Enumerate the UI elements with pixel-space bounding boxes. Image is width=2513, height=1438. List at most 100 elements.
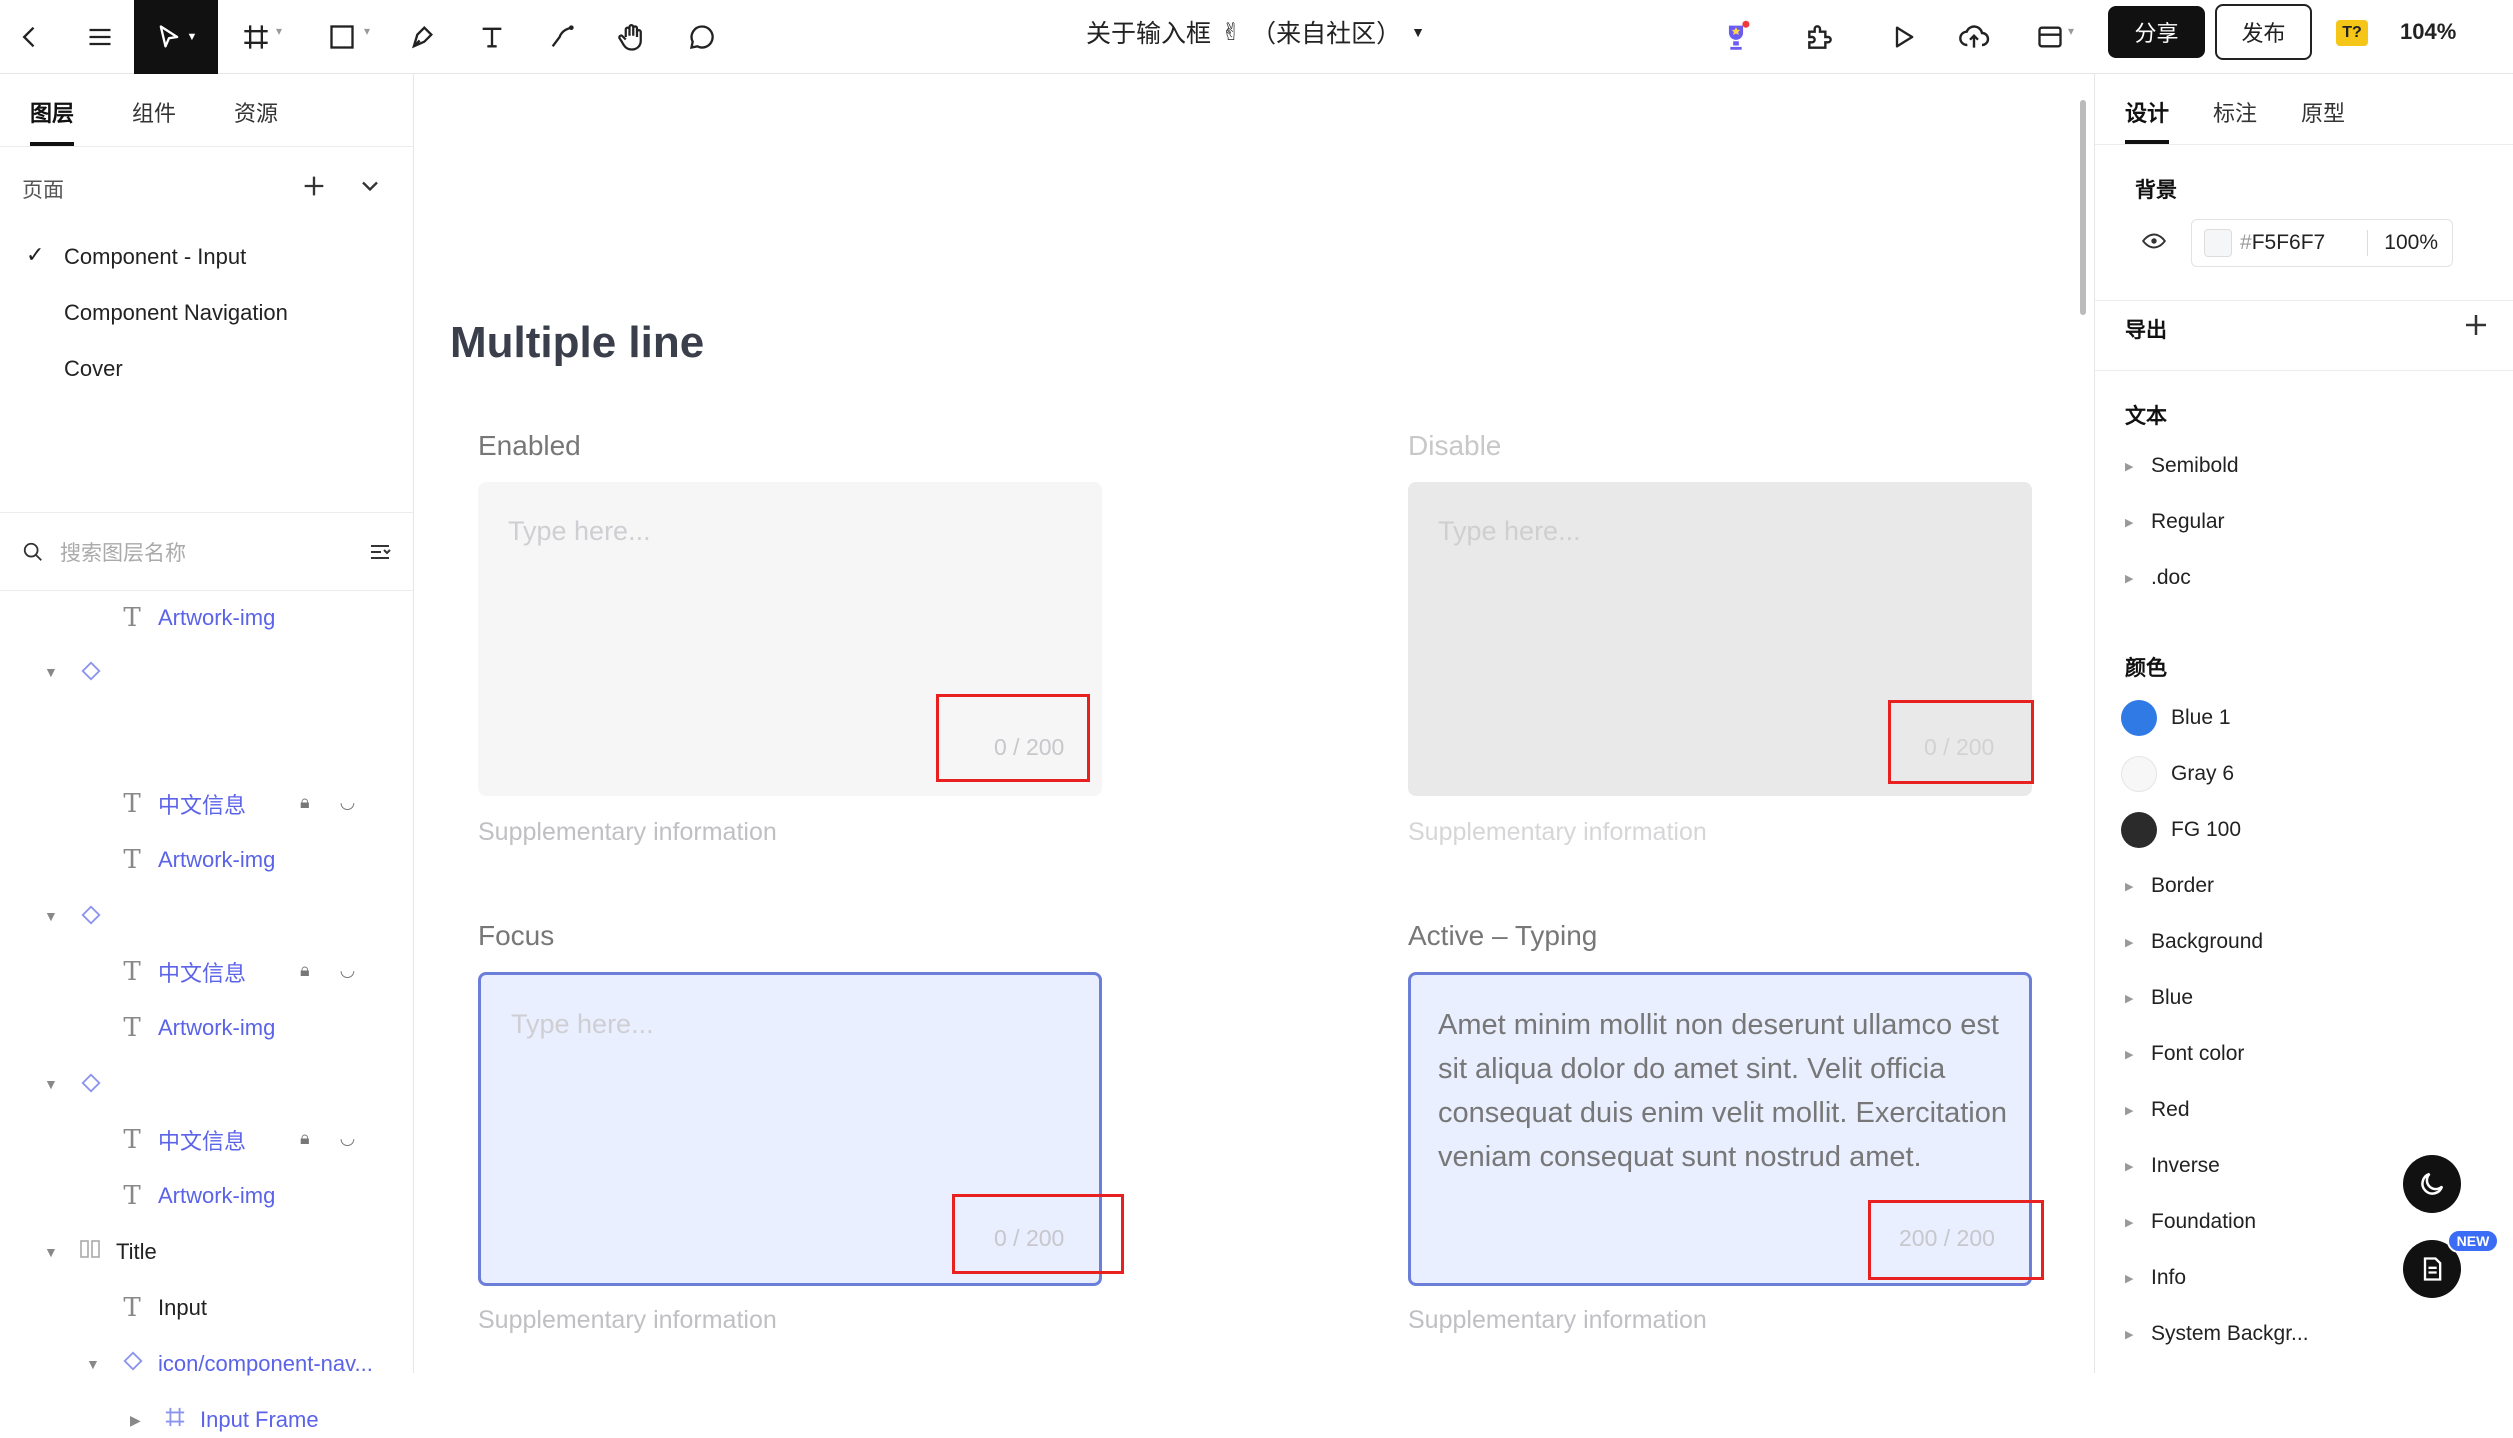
layer-row[interactable]: T 中文信息 [120,786,246,822]
pen-tool-icon[interactable] [392,0,452,74]
move-tool-icon[interactable]: ▼ [134,0,218,74]
tab-annotate[interactable]: 标注 [2213,96,2257,128]
hidden-eye-icon[interactable]: ◡ [340,1128,356,1149]
layer-row[interactable]: Input Frame [164,1402,319,1438]
expand-arrow-icon[interactable]: ▼ [44,1076,58,1092]
trophy-icon[interactable] [1706,0,1766,74]
moon-icon [2421,1172,2444,1195]
collapse-pages-icon[interactable] [356,172,384,205]
filter-list-icon[interactable] [368,540,392,564]
color-style-item[interactable]: Blue 1 [2121,700,2231,736]
menu-icon[interactable] [70,0,130,74]
expand-arrow-icon[interactable]: ▼ [86,1356,100,1372]
rectangle-tool-icon[interactable]: ▾ [312,0,372,74]
comment-tool-icon[interactable] [672,0,732,74]
tab-layers[interactable]: 图层 [30,96,74,128]
hand-tool-icon[interactable] [602,0,662,74]
zoom-level[interactable]: 104% [2400,0,2456,64]
layer-row[interactable]: T Input [120,1290,207,1326]
layer-row[interactable]: Title [78,1234,157,1270]
back-icon[interactable] [0,0,60,74]
collapsed-arrow-icon[interactable]: ▶ [130,1412,141,1429]
search-input[interactable]: 搜索图层名称 [60,537,352,567]
export-label: 导出 [2125,319,2167,342]
color-group-item[interactable]: ▶ Foundation [2125,1210,2256,1234]
lock-icon[interactable]: 🔒︎ [300,960,310,981]
colors-label: 颜色 [2125,657,2167,680]
color-group-item[interactable]: ▶ Font color [2125,1042,2244,1066]
text-layer-icon: T [123,603,141,633]
layer-row[interactable] [80,656,102,692]
highlight-box [1868,1200,2044,1280]
tab-prototype[interactable]: 原型 [2301,96,2345,128]
expand-arrow-icon[interactable]: ▼ [44,664,58,680]
layer-row[interactable]: T Artwork-img [120,600,275,636]
tab-assets[interactable]: 资源 [234,96,278,128]
layout-icon[interactable]: ▾ [2020,0,2080,74]
plugin-icon[interactable] [1790,0,1850,74]
play-icon[interactable] [1874,0,1934,74]
page-item-cover[interactable]: Cover [64,356,123,382]
hidden-eye-icon[interactable]: ◡ [340,960,356,981]
tab-design[interactable]: 设计 [2125,96,2169,128]
chevron-down-icon: ▼ [1411,24,1425,40]
layer-row[interactable]: T 中文信息 [120,954,246,990]
ai-assistant-badge[interactable]: T? [2336,20,2368,46]
color-group-item[interactable]: ▶ Border [2125,874,2214,898]
frame-tool-icon[interactable]: ▾ [226,0,286,74]
color-swatch[interactable] [2204,229,2232,257]
publish-button[interactable]: 发布 [2215,4,2312,60]
layer-row[interactable] [80,900,102,936]
add-export-icon[interactable] [2461,310,2491,345]
check-icon: ✓ [26,242,45,267]
expand-arrow-icon[interactable]: ▼ [44,908,58,924]
layer-search[interactable]: 搜索图层名称 [22,532,392,572]
share-button[interactable]: 分享 [2108,6,2205,58]
color-style-item[interactable]: FG 100 [2121,812,2241,848]
page-item-component-input[interactable]: Component - Input [64,244,246,270]
text-style-item[interactable]: ▶ Regular [2125,510,2225,534]
canvas-scrollbar[interactable] [2080,100,2086,315]
layer-row[interactable]: T Artwork-img [120,1178,275,1214]
color-group-item[interactable]: ▶ Info [2125,1266,2186,1290]
component-instance-icon [80,904,102,932]
layer-row[interactable]: T 中文信息 [120,1122,246,1158]
dark-mode-button[interactable] [2403,1155,2461,1213]
color-group-item[interactable]: ▶ Red [2125,1098,2190,1122]
expand-arrow-icon[interactable]: ▼ [44,1244,58,1260]
opacity-value[interactable]: 100% [2384,231,2438,255]
style-name: Semibold [2151,454,2239,477]
lock-icon[interactable]: 🔒︎ [300,792,310,813]
layer-row[interactable]: T Artwork-img [120,842,275,878]
layer-row[interactable] [80,1068,102,1104]
hex-value[interactable]: F5F6F7 [2252,231,2368,255]
lock-icon[interactable]: 🔒︎ [300,1128,310,1149]
color-group-item[interactable]: ▶ Background [2125,930,2263,954]
text-tool-icon[interactable] [462,0,522,74]
text-layer-icon: T [123,1181,141,1211]
background-color-field[interactable]: # F5F6F7 100% [2191,219,2453,267]
top-toolbar: ▼ ▾ ▾ 关于输入框 ✌ （来自社区） ▼ ▾ 分享 发布 T? 104% [0,0,2513,74]
layer-row[interactable]: T Artwork-img [120,1010,275,1046]
connector-tool-icon[interactable] [532,0,592,74]
tab-components[interactable]: 组件 [132,96,176,128]
group-name: Background [2151,930,2264,953]
color-group-item[interactable]: ▶ System Backgr... [2125,1322,2309,1346]
page-item-component-navigation[interactable]: Component Navigation [64,300,288,326]
visibility-eye-icon[interactable] [2141,228,2167,259]
field-separator [2367,230,2369,256]
text-layer-icon: T [123,1013,141,1043]
hidden-eye-icon[interactable]: ◡ [340,792,356,813]
add-page-icon[interactable] [300,172,328,205]
color-group-item[interactable]: ▶ Blue [2125,986,2193,1010]
state-label-focus: Focus [478,920,555,951]
text-style-item[interactable]: ▶ Semibold [2125,454,2239,478]
text-style-item[interactable]: ▶ .doc [2125,566,2191,590]
color-style-item[interactable]: Gray 6 [2121,756,2234,792]
color-group-item[interactable]: ▶ Inverse [2125,1154,2220,1178]
expand-arrow-icon: ▶ [2125,880,2134,893]
document-title[interactable]: 关于输入框 ✌ （来自社区） ▼ [1086,0,1425,64]
upload-cloud-icon[interactable] [1944,0,2004,74]
layer-row[interactable]: icon/component-nav... [122,1346,373,1382]
group-name: Blue [2151,986,2194,1009]
